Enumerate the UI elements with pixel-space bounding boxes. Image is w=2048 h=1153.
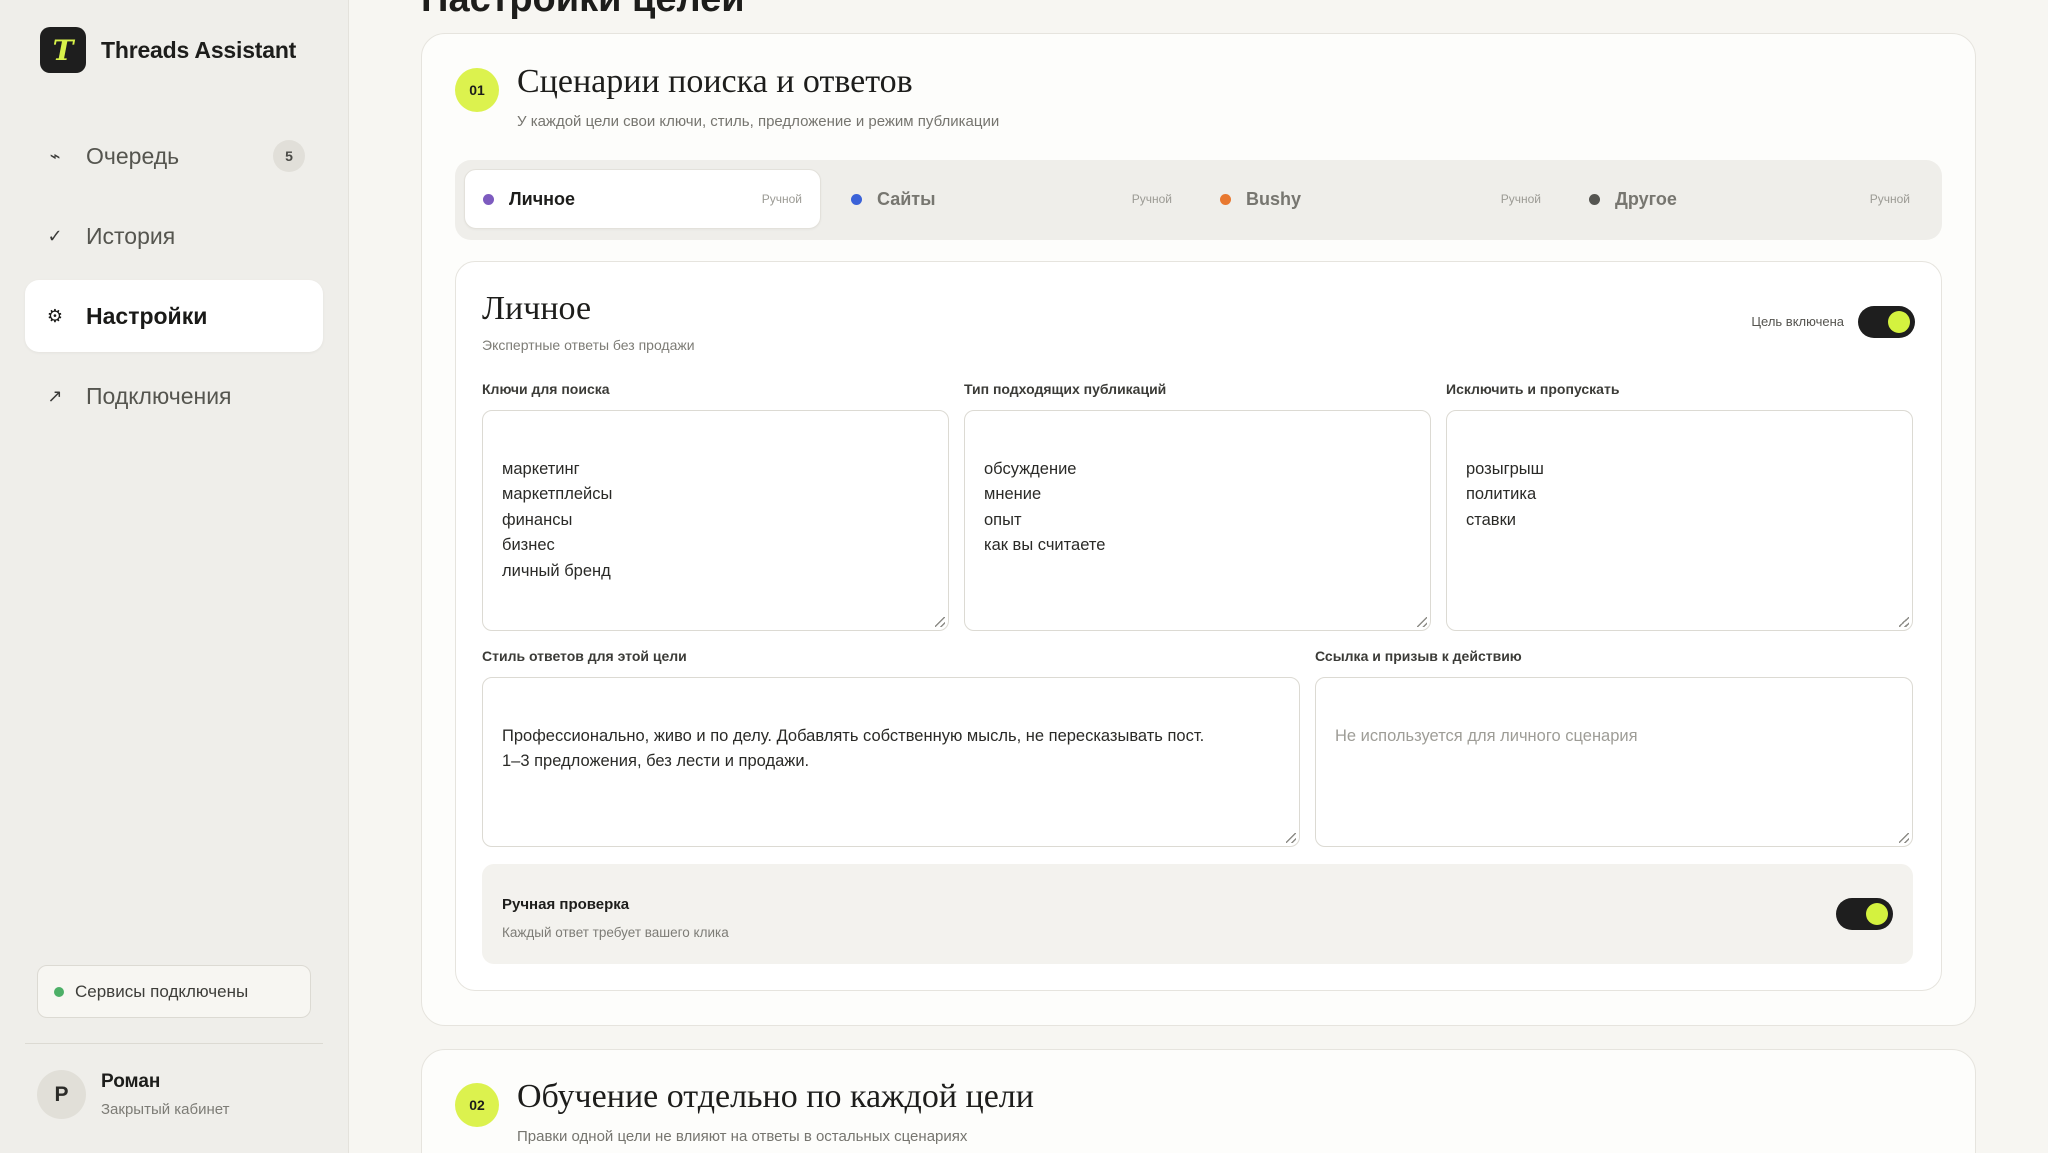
tab-mode: Ручной — [761, 192, 802, 206]
sidebar-item-label: Настройки — [86, 302, 208, 329]
goal-settings-card: Личное Экспертные ответы без продажи Цел… — [455, 261, 1942, 991]
post-types-label: Тип подходящих публикаций — [964, 381, 1167, 397]
gray-dot-icon — [1589, 193, 1600, 205]
tab-personal[interactable]: Личное Ручной — [464, 169, 821, 229]
user-meta: Роман Закрытый кабинет — [101, 1071, 230, 1118]
keywords-textarea[interactable]: маркетинг маркетплейсы финансы бизнес ли… — [482, 410, 949, 631]
manual-review-subtitle: Каждый ответ требует вашего клика — [502, 925, 729, 940]
toggle-knob — [1888, 311, 1910, 333]
tab-label: Другое — [1615, 188, 1677, 209]
user-profile[interactable]: Р Роман Закрытый кабинет — [37, 1070, 230, 1119]
sidebar-item-label: История — [86, 222, 176, 249]
sidebar: T Threads Assistant ⌁ Очередь 5 ✓ Истори… — [0, 0, 349, 1153]
post-types-textarea[interactable]: обсуждение мнение опыт как вы считаете — [964, 410, 1431, 631]
cta-textarea[interactable]: Не используется для личного сценария — [1315, 677, 1913, 847]
brand-name: Threads Assistant — [101, 36, 297, 63]
manual-review-panel: Ручная проверка Каждый ответ требует ваш… — [482, 864, 1913, 964]
exclude-label: Исключить и пропускать — [1446, 381, 1620, 397]
exclude-value: розыгрыш политика ставки — [1466, 459, 1544, 529]
sidebar-item-settings[interactable]: ⚙ Настройки — [25, 280, 323, 352]
brand[interactable]: T Threads Assistant — [40, 27, 296, 73]
sidebar-nav: ⌁ Очередь 5 ✓ История ⚙ Настройки ↗ Подк… — [25, 120, 323, 440]
services-status-text: Сервисы подключены — [75, 981, 249, 1001]
tab-label: Сайты — [877, 188, 936, 209]
sidebar-item-label: Очередь — [86, 142, 180, 169]
resize-grip-icon[interactable] — [1286, 833, 1296, 843]
section-subtitle: Правки одной цели не влияют на ответы в … — [517, 1128, 968, 1145]
orange-dot-icon — [1220, 193, 1231, 205]
cta-label: Ссылка и призыв к действию — [1315, 648, 1522, 664]
goal-enabled-label: Цель включена — [1751, 314, 1844, 329]
keywords-value: маркетинг маркетплейсы финансы бизнес ли… — [502, 459, 613, 580]
queue-count-badge: 5 — [273, 140, 305, 172]
resize-grip-icon[interactable] — [1899, 617, 1909, 627]
style-value: Профессионально, живо и по делу. Добавля… — [502, 726, 1205, 771]
tab-mode: Ручной — [1500, 192, 1541, 206]
resize-grip-icon[interactable] — [935, 617, 945, 627]
status-dot-icon — [54, 986, 64, 997]
tab-sites[interactable]: Сайты Ручной — [833, 169, 1190, 229]
goal-subtitle: Экспертные ответы без продажи — [482, 337, 695, 353]
tab-label: Bushy — [1246, 188, 1302, 209]
manual-review-toggle[interactable] — [1836, 898, 1893, 930]
section-scenarios: 01 Сценарии поиска и ответов У каждой це… — [421, 33, 1976, 1026]
resize-grip-icon[interactable] — [1899, 833, 1909, 843]
toggle-knob — [1866, 903, 1888, 925]
tab-other[interactable]: Другое Ручной — [1571, 169, 1928, 229]
activity-icon: ⌁ — [49, 145, 61, 166]
sidebar-item-connections[interactable]: ↗ Подключения — [25, 360, 323, 432]
section-title: Сценарии поиска и ответов — [517, 63, 913, 100]
section-subtitle: У каждой цели свои ключи, стиль, предлож… — [517, 113, 1000, 130]
post-types-value: обсуждение мнение опыт как вы считаете — [984, 459, 1106, 555]
brand-logo: T — [40, 27, 86, 73]
manual-review-title: Ручная проверка — [502, 896, 630, 913]
goal-tabs: Личное Ручной Сайты Ручной Bushy Ручной … — [455, 160, 1942, 240]
tab-mode: Ручной — [1869, 192, 1910, 206]
cta-placeholder: Не используется для личного сценария — [1335, 726, 1638, 745]
avatar: Р — [37, 1070, 86, 1119]
check-icon: ✓ — [47, 225, 63, 246]
goal-enabled-toggle[interactable] — [1858, 306, 1915, 338]
user-subtitle: Закрытый кабинет — [101, 1101, 230, 1118]
sidebar-item-history[interactable]: ✓ История — [25, 200, 323, 272]
step-number-badge: 02 — [455, 1083, 499, 1127]
arrow-up-right-icon: ↗ — [47, 385, 63, 406]
tab-mode: Ручной — [1131, 192, 1172, 206]
page-title: Настройки целей — [421, 0, 745, 21]
blue-dot-icon — [851, 193, 862, 205]
section-title: Обучение отдельно по каждой цели — [517, 1078, 1034, 1115]
user-name: Роман — [101, 1071, 161, 1092]
tab-bushy[interactable]: Bushy Ручной — [1202, 169, 1559, 229]
tab-label: Личное — [509, 188, 576, 209]
keywords-label: Ключи для поиска — [482, 381, 610, 397]
gear-icon: ⚙ — [46, 305, 64, 326]
style-textarea[interactable]: Профессионально, живо и по делу. Добавля… — [482, 677, 1300, 847]
section-training: 02 Обучение отдельно по каждой цели Прав… — [421, 1049, 1976, 1153]
sidebar-item-queue[interactable]: ⌁ Очередь 5 — [25, 120, 323, 192]
exclude-textarea[interactable]: розыгрыш политика ставки — [1446, 410, 1913, 631]
style-label: Стиль ответов для этой цели — [482, 648, 687, 664]
goal-title: Личное — [482, 290, 592, 327]
step-number-badge: 01 — [455, 68, 499, 112]
purple-dot-icon — [483, 193, 494, 205]
sidebar-item-label: Подключения — [86, 382, 232, 409]
divider — [25, 1043, 323, 1044]
services-status: Сервисы подключены — [37, 965, 311, 1018]
resize-grip-icon[interactable] — [1417, 617, 1427, 627]
